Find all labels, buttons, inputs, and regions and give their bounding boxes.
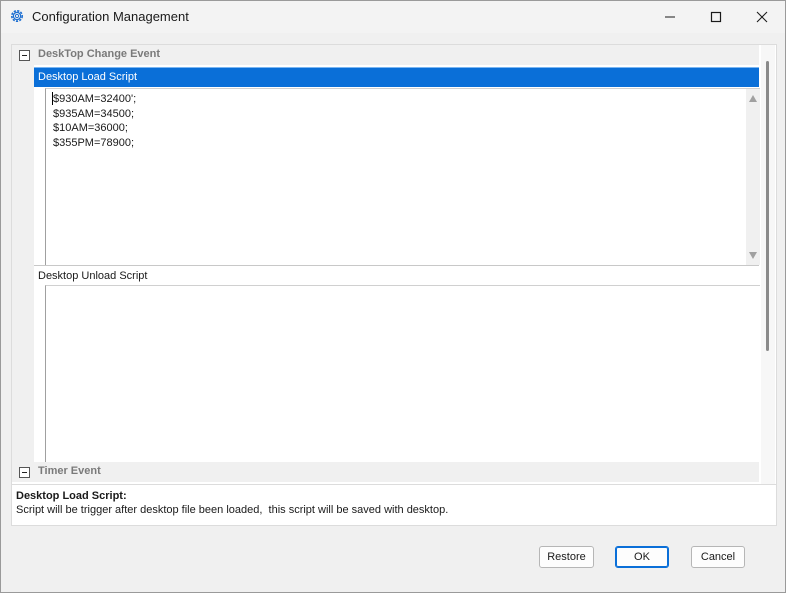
script-line: $930AM=32400'; [53, 93, 137, 105]
collapse-icon[interactable] [19, 50, 30, 61]
window-title: Configuration Management [32, 9, 189, 24]
property-desktop-unload-script[interactable]: Desktop Unload Script [34, 265, 759, 286]
load-script-editor[interactable]: $930AM=32400'; $935AM=34500; $10AM=36000… [45, 88, 760, 265]
category-label: DeskTop Change Event [38, 48, 161, 60]
scroll-down-icon[interactable] [749, 252, 757, 259]
property-grid: DeskTop Change Event Desktop Load Script… [11, 44, 777, 485]
property-label: Desktop Unload Script [38, 270, 148, 282]
scroll-up-icon[interactable] [749, 95, 757, 102]
editor-scrollbar[interactable] [746, 89, 760, 265]
description-text: Script will be trigger after desktop fil… [16, 504, 449, 516]
ok-button[interactable]: OK [615, 546, 669, 568]
description-title: Desktop Load Script: [16, 490, 127, 502]
title-bar[interactable]: Configuration Management [1, 1, 785, 33]
collapse-icon[interactable] [19, 467, 30, 478]
close-button[interactable] [739, 1, 785, 33]
category-timer-event[interactable]: Timer Event [12, 462, 759, 482]
property-label: Desktop Load Script [38, 71, 138, 83]
description-panel: Desktop Load Script: Script will be trig… [11, 484, 777, 526]
category-desktop-change-event[interactable]: DeskTop Change Event [12, 45, 759, 65]
minimize-icon [665, 16, 675, 18]
script-lines: $930AM=32400'; $935AM=34500; $10AM=36000… [53, 92, 136, 150]
script-line: $935AM=34500; [53, 107, 135, 120]
category-label: Timer Event [38, 465, 101, 477]
scrollbar-thumb[interactable] [766, 61, 769, 351]
property-grid-gutter [12, 65, 34, 462]
property-desktop-load-script[interactable]: Desktop Load Script [34, 67, 759, 87]
script-line: $355PM=78900; [53, 136, 135, 149]
cancel-button[interactable]: Cancel [691, 546, 745, 568]
unload-script-editor[interactable] [45, 285, 760, 463]
restore-button[interactable]: Restore [539, 546, 594, 568]
minimize-button[interactable] [647, 1, 693, 33]
configuration-window: Configuration Management DeskTop Change … [0, 0, 786, 593]
script-line: $10AM=36000; [53, 122, 128, 134]
gear-icon [11, 10, 23, 22]
property-grid-scrollbar[interactable] [761, 45, 775, 484]
maximize-icon [710, 11, 722, 23]
maximize-button[interactable] [693, 1, 739, 33]
close-icon [756, 11, 768, 23]
